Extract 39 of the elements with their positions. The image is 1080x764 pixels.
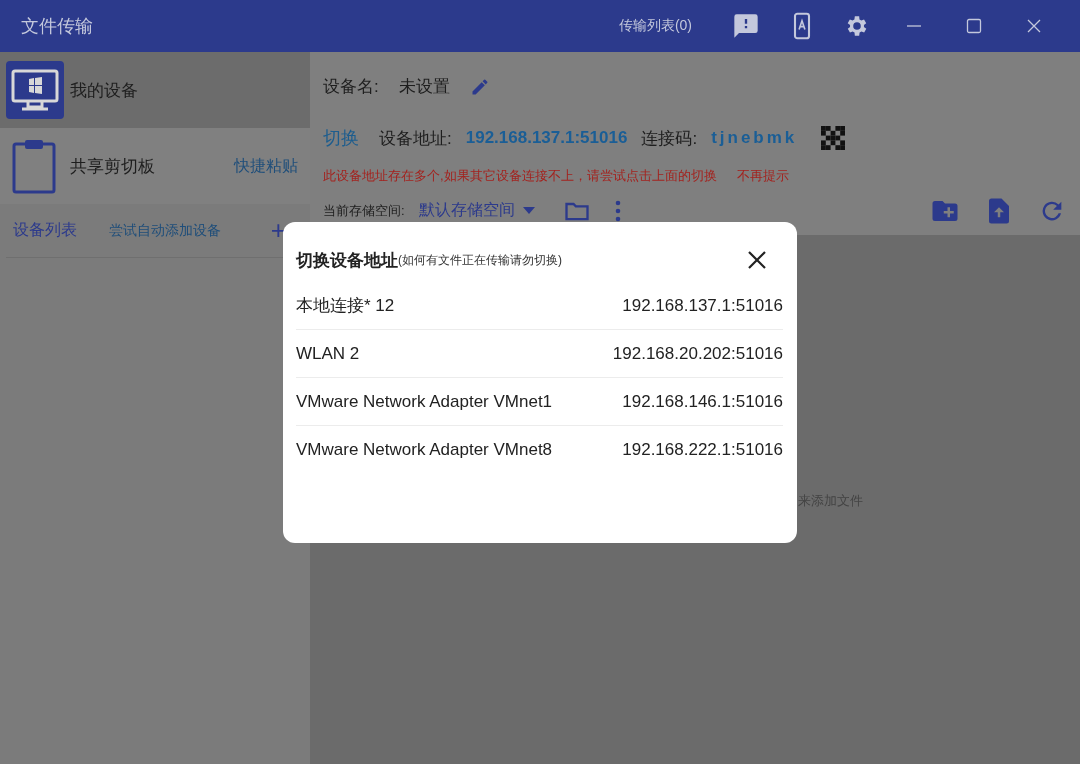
address-label: 设备地址: <box>379 127 452 150</box>
adapter-address: 192.168.137.1:51016 <box>622 295 783 316</box>
device-name-label: 设备名: <box>323 76 379 99</box>
caret-icon[interactable] <box>522 206 535 215</box>
adapter-name: WLAN 2 <box>296 343 360 364</box>
adapter-address: 192.168.20.202:51016 <box>612 343 783 364</box>
maximize-icon[interactable] <box>964 16 984 36</box>
connection-code: tjnebmk <box>711 128 798 149</box>
qr-code-icon[interactable] <box>821 126 846 151</box>
auto-add-link[interactable]: 尝试自动添加设备 <box>109 221 271 240</box>
transfer-list-link[interactable]: 传输列表(0) <box>618 17 692 35</box>
storage-label: 当前存储空间: <box>323 201 405 220</box>
quick-paste-link[interactable]: 快捷粘贴 <box>234 156 298 177</box>
switch-link[interactable]: 切换 <box>323 126 359 151</box>
address-option[interactable]: VMware Network Adapter VMnet1 192.168.146.1:51016 <box>296 378 783 426</box>
dialog-title: 切换设备地址 <box>296 249 398 272</box>
adapter-address: 192.168.222.1:51016 <box>622 439 783 460</box>
close-icon[interactable] <box>747 250 767 270</box>
dialog-note: (如何有文件正在传输请勿切换) <box>398 252 563 267</box>
address-option[interactable]: 本地连接* 12 192.168.137.1:51016 <box>296 282 783 330</box>
adapter-name: VMware Network Adapter VMnet1 <box>296 391 553 412</box>
device-list-title: 设备列表 <box>13 220 77 240</box>
warning-text: 此设备地址存在多个,如果其它设备连接不上，请尝试点击上面的切换 <box>323 166 717 185</box>
adapter-address: 192.168.146.1:51016 <box>622 391 783 412</box>
device-address: 192.168.137.1:51016 <box>465 128 628 149</box>
more-icon[interactable] <box>614 198 621 223</box>
storage-dropdown[interactable]: 默认存储空间 <box>418 200 515 222</box>
device-name-value: 未设置 <box>398 76 450 99</box>
dismiss-link[interactable]: 不再提示 <box>736 166 789 185</box>
connection-code-label: 连接码: <box>641 127 698 150</box>
monitor-icon <box>6 61 64 119</box>
add-device-button[interactable]: + <box>270 215 286 246</box>
adapter-name: 本地连接* 12 <box>296 295 395 317</box>
sidebar-item[interactable]: 我的设备 <box>0 52 310 128</box>
address-option[interactable]: WLAN 2 192.168.20.202:51016 <box>296 330 783 378</box>
feedback-icon[interactable] <box>732 12 760 40</box>
window-title: 文件传输 <box>21 15 94 38</box>
adapter-name: VMware Network Adapter VMnet8 <box>296 439 553 460</box>
address-option[interactable]: VMware Network Adapter VMnet8 192.168.222.1:51016 <box>296 426 783 473</box>
